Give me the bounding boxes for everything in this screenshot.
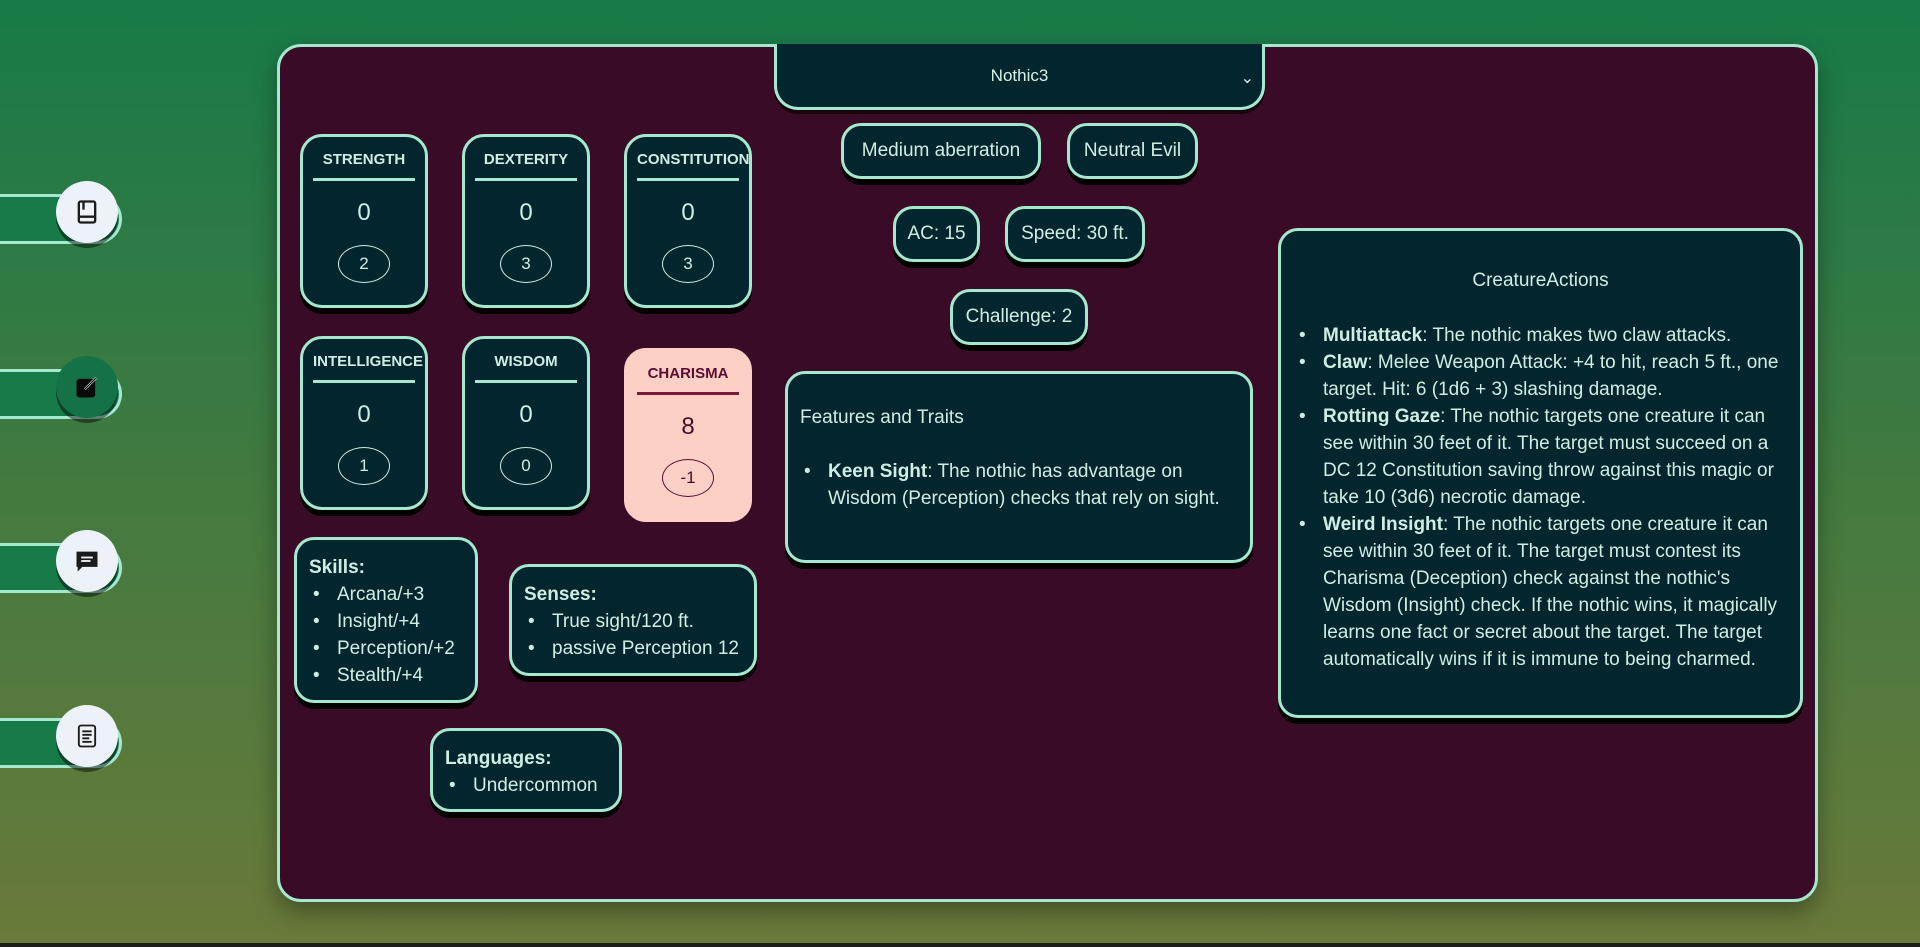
languages-list: Undercommon: [445, 772, 607, 799]
stat-modifier: 0: [500, 447, 552, 485]
size-type-pill: Medium aberration: [841, 123, 1041, 179]
stat-modifier: 2: [338, 245, 390, 283]
list-item: Undercommon: [445, 772, 607, 799]
challenge: Challenge: 2: [965, 306, 1073, 327]
creature-select-value: Nothic3: [990, 65, 1049, 85]
skills-card: Skills: Arcana/+3 Insight/+4 Perception/…: [294, 537, 478, 703]
list-item: Stealth/+4: [309, 662, 463, 689]
skills-title: Skills:: [309, 557, 365, 578]
languages-title: Languages:: [445, 748, 552, 769]
list-item: Rotting Gaze: The nothic targets one cre…: [1295, 403, 1786, 511]
stat-name: WISDOM: [475, 353, 577, 383]
chevron-down-icon: ⌄: [1240, 70, 1254, 87]
features-card: Features and Traits Keen Sight: The noth…: [785, 371, 1253, 563]
stat-modifier: 3: [500, 245, 552, 283]
stat-dexterity: DEXTERITY 0 3: [462, 134, 590, 308]
challenge-pill: Challenge: 2: [950, 289, 1088, 345]
ac-pill: AC: 15: [893, 206, 980, 262]
armor-class: AC: 15: [907, 223, 966, 244]
skills-list: Arcana/+3 Insight/+4 Perception/+2 Steal…: [309, 581, 463, 689]
speed-pill: Speed: 30 ft.: [1005, 206, 1145, 262]
stat-intelligence: INTELLIGENCE 0 1: [300, 336, 428, 510]
stat-name: CHARISMA: [637, 365, 739, 395]
alignment-pill: Neutral Evil: [1067, 123, 1198, 179]
action-name: Claw: [1323, 352, 1368, 373]
edit-icon[interactable]: [56, 356, 118, 418]
stat-value: 0: [357, 199, 371, 226]
list-item: Perception/+2: [309, 635, 463, 662]
creature-select[interactable]: Nothic3 ⌄: [774, 44, 1265, 110]
nav-tab-chat[interactable]: [0, 530, 124, 593]
senses-title: Senses:: [524, 584, 597, 605]
list-item: Insight/+4: [309, 608, 463, 635]
stat-modifier: -1: [662, 459, 714, 497]
alignment: Neutral Evil: [1083, 140, 1182, 161]
features-title: Features and Traits: [800, 407, 964, 428]
actions-list: Multiattack: The nothic makes two claw a…: [1295, 322, 1786, 673]
stat-value: 0: [519, 401, 533, 428]
list-item: passive Perception 12: [524, 635, 742, 662]
speed: Speed: 30 ft.: [1021, 223, 1129, 244]
list-item: Weird Insight: The nothic targets one cr…: [1295, 511, 1786, 673]
action-text: : The nothic makes two claw attacks.: [1422, 325, 1732, 346]
chat-icon[interactable]: [56, 530, 118, 592]
stat-strength: STRENGTH 0 2: [300, 134, 428, 308]
senses-card: Senses: True sight/120 ft. passive Perce…: [509, 564, 757, 676]
list-item: Claw: Melee Weapon Attack: +4 to hit, re…: [1295, 349, 1786, 403]
action-name: Multiattack: [1323, 325, 1423, 346]
list-item: Keen Sight: The nothic has advantage on …: [800, 458, 1238, 512]
nav-tab-edit[interactable]: [0, 356, 124, 419]
action-name: Weird Insight: [1323, 514, 1443, 535]
nav-tab-scroll[interactable]: [0, 705, 124, 768]
stat-wisdom: WISDOM 0 0: [462, 336, 590, 510]
stat-value: 8: [681, 413, 695, 440]
stat-value: 0: [681, 199, 695, 226]
stat-name: DEXTERITY: [475, 151, 577, 181]
action-text: : The nothic targets one creature it can…: [1323, 514, 1778, 670]
stat-name: INTELLIGENCE: [313, 353, 423, 383]
bottom-strip: [0, 943, 1920, 947]
stat-constitution: CONSTITUTION 0 3: [624, 134, 752, 308]
senses-list: True sight/120 ft. passive Perception 12: [524, 608, 742, 662]
features-list: Keen Sight: The nothic has advantage on …: [800, 458, 1238, 512]
list-item: True sight/120 ft.: [524, 608, 742, 635]
book-icon[interactable]: [56, 181, 118, 243]
actions-title: CreatureActions: [1472, 270, 1609, 291]
action-name: Rotting Gaze: [1323, 406, 1441, 427]
size-type: Medium aberration: [861, 140, 1021, 161]
nav-tab-book[interactable]: [0, 181, 124, 244]
actions-card: CreatureActions Multiattack: The nothic …: [1278, 228, 1803, 718]
list-item: Multiattack: The nothic makes two claw a…: [1295, 322, 1786, 349]
stat-name: CONSTITUTION: [637, 151, 750, 181]
feature-name: Keen Sight: [828, 461, 928, 482]
stat-name: STRENGTH: [313, 151, 415, 181]
action-text: : Melee Weapon Attack: +4 to hit, reach …: [1323, 352, 1779, 400]
stat-charisma[interactable]: CHARISMA 8 -1: [624, 348, 752, 522]
stat-modifier: 3: [662, 245, 714, 283]
stat-modifier: 1: [338, 447, 390, 485]
scroll-icon[interactable]: [56, 705, 118, 767]
stat-value: 0: [519, 199, 533, 226]
languages-card: Languages: Undercommon: [430, 728, 622, 812]
stat-value: 0: [357, 401, 371, 428]
list-item: Arcana/+3: [309, 581, 463, 608]
